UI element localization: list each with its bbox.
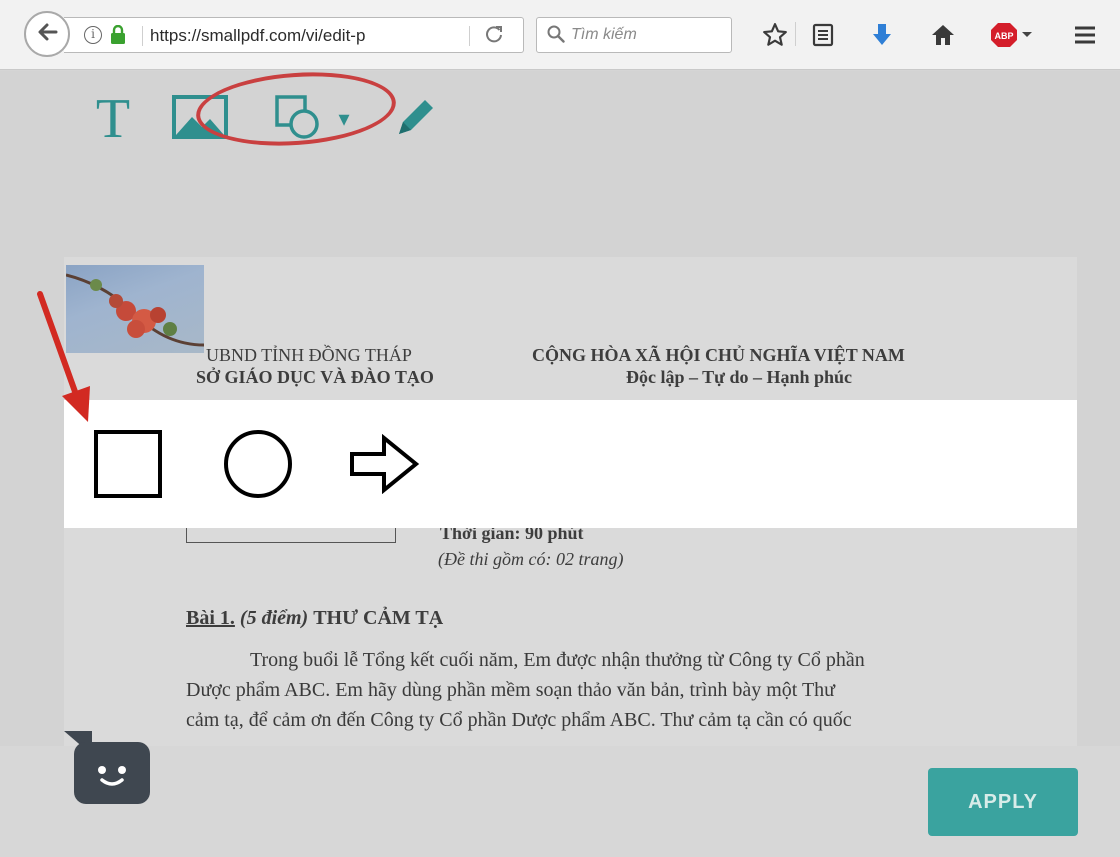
question-label: Bài 1.	[186, 607, 235, 629]
editor-toolbar: T ▾	[0, 66, 1120, 171]
question-heading: Bài 1. (5 điểm) THƯ CẢM TẠ	[186, 607, 443, 630]
shape-rectangle-option[interactable]	[88, 426, 168, 506]
back-arrow-icon	[36, 21, 58, 48]
pencil-icon	[393, 94, 439, 145]
shape-arrow-option[interactable]	[344, 426, 424, 506]
info-icon[interactable]: i	[84, 26, 102, 44]
search-placeholder: Tìm kiếm	[571, 26, 637, 43]
draw-tool[interactable]	[388, 89, 444, 149]
square-outline-icon	[92, 428, 164, 505]
adblock-plus-icon[interactable]: ABP	[988, 18, 1036, 52]
right-header-line-2: Độc lập – Tự do – Hạnh phúc	[626, 367, 853, 387]
left-header-line-2: SỞ GIÁO DỤC VÀ ĐÀO TẠO	[196, 367, 434, 387]
address-bar[interactable]: i https://smallpdf.com/vi/edit-p	[64, 17, 524, 53]
toolbar-separator	[795, 22, 796, 46]
search-icon	[547, 25, 565, 48]
shape-picker-menu	[64, 400, 1077, 528]
chat-support-button[interactable]	[74, 742, 150, 804]
question-points: (5 điểm)	[239, 607, 309, 629]
lock-icon	[110, 24, 126, 50]
add-text-tool[interactable]: T	[88, 88, 138, 150]
red-annotation-arrow	[30, 290, 100, 435]
left-header-line-1: UBND TỈNH ĐỒNG THÁP	[206, 345, 412, 365]
bookmark-star-icon[interactable]	[760, 18, 790, 52]
reload-icon[interactable]	[484, 24, 504, 50]
pages-note: (Đề thi gồm có: 02 trang)	[438, 549, 624, 569]
shape-circle-option[interactable]	[218, 426, 298, 506]
question-title: THƯ CẢM TẠ	[313, 607, 444, 629]
apply-button[interactable]: APPLY	[928, 768, 1078, 836]
url-separator	[142, 26, 143, 46]
svg-text:ABP: ABP	[994, 31, 1013, 41]
reload-separator	[469, 26, 470, 46]
paragraph-line-2: Dược phẩm ABC. Em hãy dùng phần mềm soạn…	[186, 679, 836, 701]
url-text[interactable]: https://smallpdf.com/vi/edit-p	[150, 26, 430, 46]
reading-list-icon[interactable]	[808, 18, 838, 52]
menu-hamburger-icon[interactable]	[1068, 18, 1102, 52]
right-header-line-1: CỘNG HÒA XÃ HỘI CHỦ NGHĨA VIỆT NAM	[532, 345, 905, 365]
home-icon[interactable]	[926, 18, 960, 52]
smiley-icon	[74, 766, 150, 808]
browser-toolbar: i https://smallpdf.com/vi/edit-p Tìm kiế…	[0, 0, 1120, 70]
download-icon[interactable]	[866, 18, 898, 52]
arrow-outline-icon	[348, 433, 420, 499]
search-bar[interactable]: Tìm kiếm	[536, 17, 732, 53]
paragraph-line-3: cảm tạ, để cảm ơn đến Công ty Cổ phần Dư…	[186, 709, 852, 731]
circle-outline-icon	[222, 428, 294, 505]
paragraph-line-1: Trong buổi lễ Tổng kết cuối năm, Em được…	[250, 649, 865, 671]
back-button[interactable]	[24, 11, 70, 57]
